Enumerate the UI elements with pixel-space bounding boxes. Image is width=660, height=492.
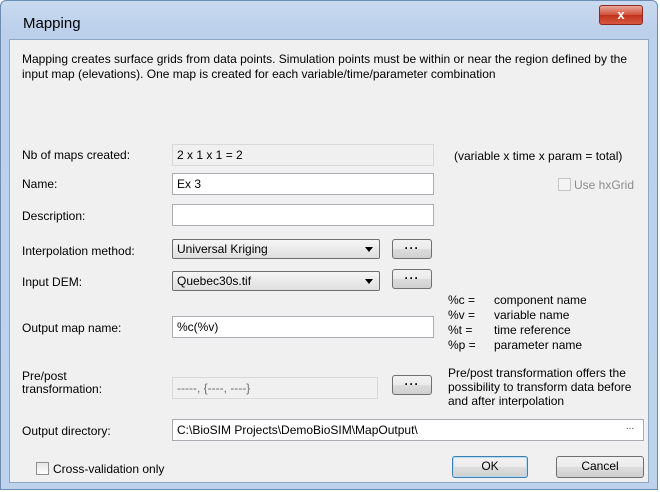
transformation-value: -----, {----, ----} — [172, 377, 378, 399]
close-button[interactable]: x — [599, 5, 643, 25]
transformation-label: Pre/post transformation: — [22, 370, 102, 396]
cross-validation-checkbox[interactable] — [36, 462, 49, 475]
nb-maps-hint: (variable x time x param = total) — [454, 149, 623, 163]
format-legend: %c = component name %v = variable name %t … — [448, 293, 587, 353]
input-dem-select-value: Quebec30s.tif — [177, 274, 252, 288]
transformation-note: Pre/post transformation offers the possi… — [448, 366, 632, 408]
output-map-label: Output map name: — [22, 321, 122, 335]
nb-maps-value: 2 x 1 x 1 = 2 — [172, 144, 434, 166]
cross-validation-label: Cross-validation only — [53, 462, 165, 476]
legend-row: %p = parameter name — [448, 338, 587, 353]
description-label: Description: — [22, 209, 86, 223]
input-dem-options-button[interactable]: ··· — [392, 269, 432, 289]
legend-meaning: variable name — [494, 308, 570, 322]
legend-row: %t = time reference — [448, 323, 587, 338]
name-input[interactable]: Ex 3 — [172, 173, 434, 195]
nb-maps-label: Nb of maps created: — [22, 148, 131, 162]
interpolation-options-button[interactable]: ··· — [392, 239, 432, 259]
dialog-body: Mapping creates surface grids from data … — [9, 39, 649, 483]
output-directory-input[interactable]: C:\BioSIM Projects\DemoBioSIM\MapOutput\… — [172, 419, 644, 441]
legend-code: %t = — [448, 323, 473, 337]
chevron-down-icon — [365, 247, 373, 252]
window-title: Mapping — [23, 15, 81, 32]
interpolation-label: Interpolation method: — [22, 244, 135, 258]
transformation-label-line2: transformation: — [22, 382, 103, 396]
interpolation-select-value: Universal Kriging — [177, 242, 268, 256]
ok-button[interactable]: OK — [452, 456, 528, 478]
title-bar[interactable]: Mapping x — [1, 1, 657, 39]
input-dem-label: Input DEM: — [22, 275, 83, 289]
description-input[interactable] — [172, 204, 434, 226]
legend-meaning: component name — [494, 293, 587, 307]
description-text: Mapping creates surface grids from data … — [22, 52, 627, 81]
chevron-down-icon — [365, 279, 373, 284]
use-hxgrid-checkbox[interactable] — [558, 178, 571, 191]
name-label: Name: — [22, 177, 58, 191]
legend-code: %c = — [448, 293, 476, 307]
output-directory-value: C:\BioSIM Projects\DemoBioSIM\MapOutput\ — [177, 423, 418, 437]
browse-button[interactable]: ... — [621, 422, 639, 438]
mapping-dialog: Mapping x Mapping creates surface grids … — [0, 0, 658, 490]
transformation-options-button[interactable]: ··· — [392, 375, 432, 395]
legend-meaning: time reference — [494, 323, 571, 337]
output-map-input[interactable]: %c(%v) — [172, 316, 434, 338]
legend-meaning: parameter name — [494, 338, 583, 352]
output-directory-label: Output directory: — [22, 424, 111, 438]
legend-row: %v = variable name — [448, 308, 587, 323]
interpolation-select[interactable]: Universal Kriging — [172, 239, 380, 259]
use-hxgrid-label: Use hxGrid — [574, 178, 635, 192]
cancel-button[interactable]: Cancel — [556, 456, 644, 478]
input-dem-select[interactable]: Quebec30s.tif — [172, 271, 380, 291]
legend-row: %c = component name — [448, 293, 587, 308]
legend-code: %v = — [448, 308, 476, 322]
legend-code: %p = — [448, 338, 476, 352]
